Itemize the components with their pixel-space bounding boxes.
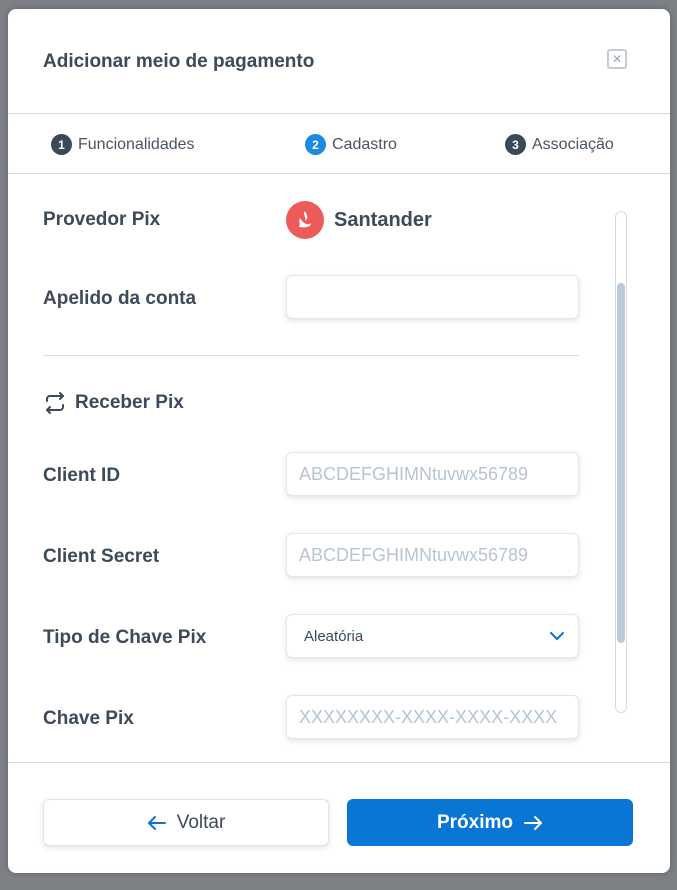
form-body: Provedor Pix Santander Apelido da conta <box>8 174 670 762</box>
step-label: Cadastro <box>332 135 397 153</box>
nickname-label: Apelido da conta <box>43 288 197 309</box>
key-type-value: Aleatória <box>304 627 364 645</box>
client-id-input[interactable] <box>286 452 579 496</box>
client-secret-label: Client Secret <box>43 546 160 567</box>
provider-label: Provedor Pix <box>43 209 161 230</box>
stepper: 1 Funcionalidades 2 Cadastro 3 Associaçã… <box>8 114 670 174</box>
provider-name: Santander <box>334 208 432 231</box>
client-id-label: Client ID <box>43 465 121 486</box>
scrollbar-thumb[interactable] <box>617 283 625 643</box>
step-funcionalidades: 1 Funcionalidades <box>51 134 195 155</box>
arrow-right-icon <box>523 815 543 831</box>
step-associacao: 3 Associação <box>505 134 614 155</box>
client-secret-input[interactable] <box>286 533 579 577</box>
divider <box>43 355 579 356</box>
key-input[interactable] <box>286 695 579 739</box>
transfer-arrows-icon <box>43 392 67 414</box>
add-payment-modal: Adicionar meio de pagamento ✕ 1 Funciona… <box>8 9 670 873</box>
next-button[interactable]: Próximo <box>347 799 633 846</box>
receive-pix-section: Receber Pix <box>43 392 184 414</box>
step-label: Funcionalidades <box>78 135 195 153</box>
step-cadastro: 2 Cadastro <box>305 134 397 155</box>
receive-pix-title: Receber Pix <box>75 392 184 413</box>
step-number: 2 <box>305 134 326 155</box>
modal-title: Adicionar meio de pagamento <box>43 51 315 72</box>
provider-display: Santander <box>286 201 432 239</box>
scrollbar[interactable] <box>615 211 627 713</box>
back-button-label: Voltar <box>176 811 226 833</box>
step-number: 1 <box>51 134 72 155</box>
modal-header: Adicionar meio de pagamento ✕ <box>8 9 670 114</box>
back-button[interactable]: Voltar <box>43 799 329 846</box>
key-label: Chave Pix <box>43 708 134 729</box>
next-button-label: Próximo <box>436 811 514 833</box>
arrow-left-icon <box>147 815 167 831</box>
santander-logo-icon <box>286 201 324 239</box>
step-label: Associação <box>532 135 614 153</box>
modal-footer: Voltar Próximo <box>8 762 670 873</box>
key-type-label: Tipo de Chave Pix <box>43 627 207 648</box>
key-type-select[interactable]: Aleatória <box>286 614 579 658</box>
chevron-down-icon <box>550 628 564 645</box>
step-number: 3 <box>505 134 526 155</box>
nickname-input[interactable] <box>286 275 579 319</box>
close-icon[interactable]: ✕ <box>607 49 627 69</box>
